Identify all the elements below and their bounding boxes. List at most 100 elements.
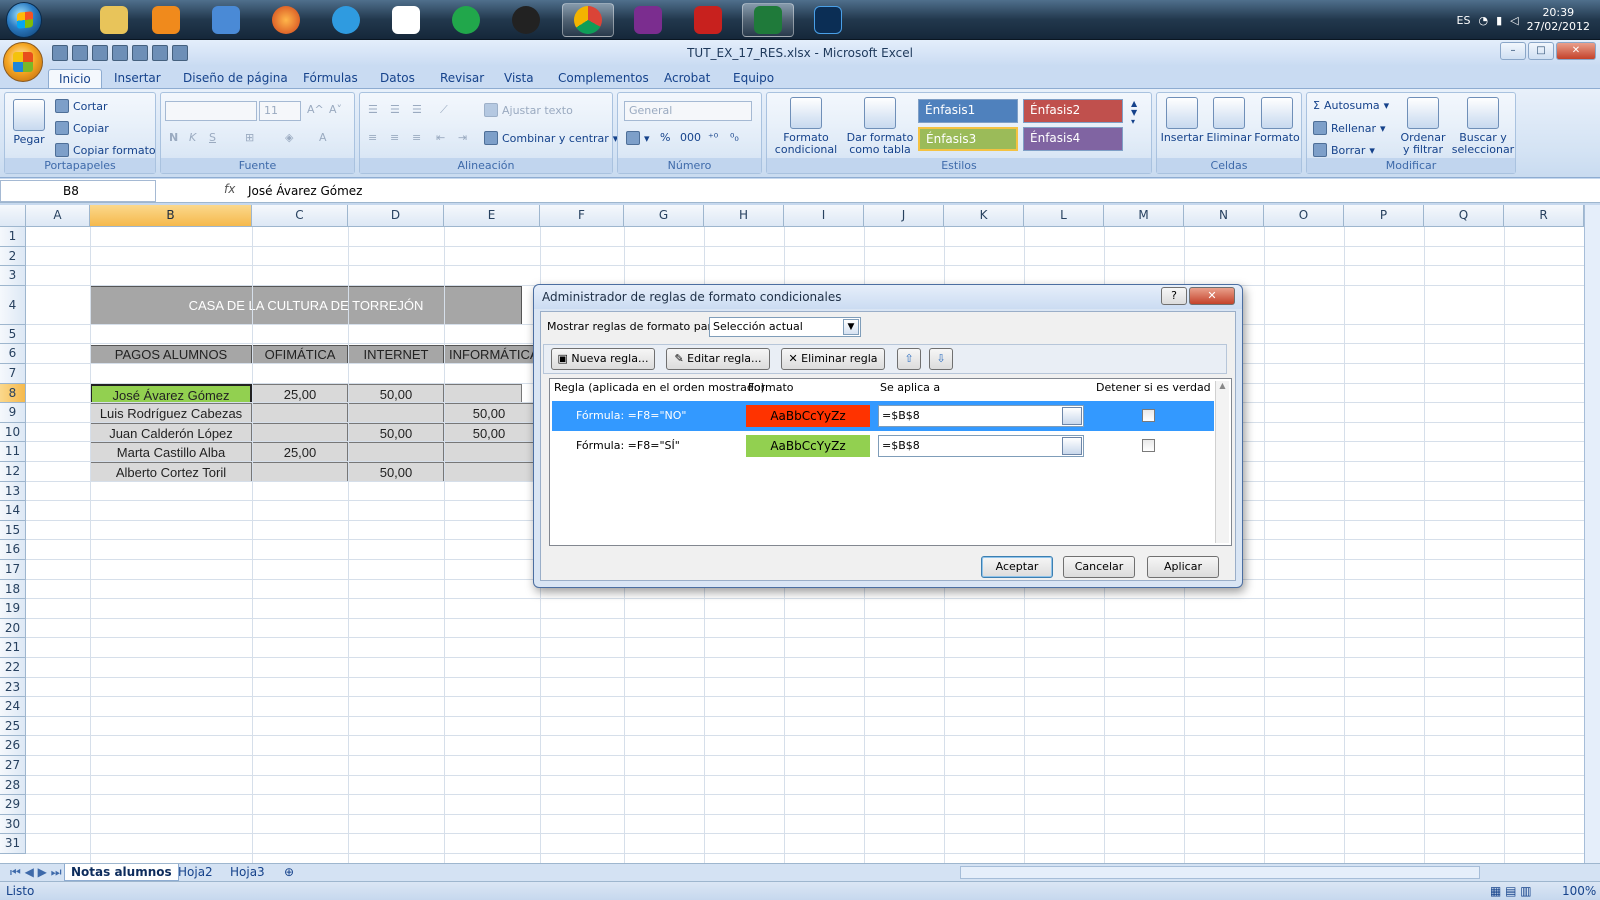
insert-sheet-icon[interactable]: ⊕ <box>278 864 300 881</box>
move-down-button[interactable]: ⇩ <box>929 348 953 370</box>
payment-cell[interactable] <box>252 403 348 424</box>
format-as-table-button[interactable]: Dar formato como tabla <box>845 97 915 156</box>
excel-icon[interactable] <box>742 3 794 37</box>
row-header-25[interactable]: 25 <box>0 716 26 737</box>
volume-icon[interactable]: ◁ <box>1510 14 1518 27</box>
column-header-B[interactable]: B <box>90 205 252 227</box>
align-left-button[interactable]: ≡ <box>368 131 377 144</box>
row-header-11[interactable]: 11 <box>0 442 26 462</box>
column-header-R[interactable]: R <box>1504 205 1584 227</box>
align-top-button[interactable]: ☰ <box>368 103 378 116</box>
column-header-H[interactable]: H <box>704 205 784 227</box>
decrease-indent-button[interactable]: ⇤ <box>436 131 445 144</box>
row-header-13[interactable]: 13 <box>0 481 26 502</box>
payment-cell[interactable]: 50,00 <box>444 403 534 424</box>
payment-cell[interactable]: 25,00 <box>252 442 348 463</box>
sheet-tab-hoja2[interactable]: Hoja2 <box>172 864 219 881</box>
percent-button[interactable]: % <box>660 131 670 144</box>
style-enfasis4[interactable]: Énfasis4 <box>1023 127 1123 151</box>
wrap-text-button[interactable]: Ajustar texto <box>484 103 573 117</box>
tab-vista[interactable]: Vista <box>504 69 534 88</box>
column-header-F[interactable]: F <box>540 205 624 227</box>
fx-icon[interactable]: fx <box>224 182 235 196</box>
payment-cell[interactable]: 50,00 <box>348 462 444 482</box>
new-rule-button[interactable]: ▣ Nueva regla... <box>551 348 655 370</box>
row-header-5[interactable]: 5 <box>0 324 26 345</box>
header-ofimatica[interactable]: OFIMÁTICA <box>252 345 348 364</box>
row-header-21[interactable]: 21 <box>0 638 26 658</box>
merge-center-button[interactable]: Combinar y centrar ▾ <box>484 131 618 145</box>
payment-cell[interactable] <box>252 462 348 482</box>
sheet-title-cell[interactable]: CASA DE LA CULTURA DE TORREJÓN <box>90 286 522 325</box>
select-all-corner[interactable] <box>0 205 26 227</box>
column-header-K[interactable]: K <box>944 205 1024 227</box>
row-header-24[interactable]: 24 <box>0 697 26 717</box>
header-pagos[interactable]: PAGOS ALUMNOS <box>90 345 252 364</box>
cut-button[interactable]: Cortar <box>55 99 108 113</box>
column-header-J[interactable]: J <box>864 205 944 227</box>
tab-complementos[interactable]: Complementos <box>558 69 649 88</box>
header-informatica[interactable]: INFORMÁTICA <box>444 345 534 364</box>
increase-indent-button[interactable]: ⇥ <box>458 131 467 144</box>
autosum-button[interactable]: Σ Autosuma ▾ <box>1313 99 1389 112</box>
delete-cells-button[interactable]: Eliminar <box>1205 97 1253 144</box>
payment-cell[interactable]: 50,00 <box>348 422 444 443</box>
language-indicator[interactable]: ES <box>1457 14 1471 27</box>
row-header-19[interactable]: 19 <box>0 599 26 619</box>
bold-button[interactable]: N <box>169 131 178 144</box>
sheet-nav-buttons[interactable]: ⏮ ◀ ▶ ⏭ <box>4 864 68 881</box>
row-header-28[interactable]: 28 <box>0 775 26 796</box>
photoshop-icon[interactable] <box>802 3 854 37</box>
row-header-12[interactable]: 12 <box>0 462 26 482</box>
payment-cell[interactable] <box>444 383 522 404</box>
font-name-combo[interactable] <box>165 101 257 121</box>
row-header-7[interactable]: 7 <box>0 364 26 384</box>
shrink-font-button[interactable]: A˅ <box>329 103 342 116</box>
help-button[interactable]: ? <box>1161 287 1187 305</box>
row-header-2[interactable]: 2 <box>0 246 26 267</box>
currency-button[interactable]: ▾ <box>626 131 650 145</box>
show-rules-select[interactable]: Selección actual ▼ <box>709 317 861 337</box>
fill-button[interactable]: Rellenar ▾ <box>1313 121 1386 135</box>
payment-cell[interactable]: 25,00 <box>252 383 348 404</box>
italic-button[interactable]: K <box>189 131 196 144</box>
paste-button[interactable]: Pegar <box>9 99 49 146</box>
row-header-27[interactable]: 27 <box>0 756 26 776</box>
align-bottom-button[interactable]: ☰ <box>412 103 422 116</box>
align-center-button[interactable]: ≡ <box>390 131 399 144</box>
copy-button[interactable]: Copiar <box>55 121 109 135</box>
close-button[interactable]: ✕ <box>1556 42 1596 60</box>
column-header-I[interactable]: I <box>784 205 864 227</box>
minimize-button[interactable]: – <box>1500 42 1526 60</box>
paint-icon[interactable] <box>200 3 252 37</box>
student-name-cell[interactable]: Juan Calderón López <box>90 422 252 443</box>
name-box[interactable]: B8 <box>0 180 156 202</box>
underline-button[interactable]: S <box>209 131 216 144</box>
row-header-15[interactable]: 15 <box>0 520 26 541</box>
tab-formulas[interactable]: Fórmulas <box>303 69 358 88</box>
number-format-combo[interactable]: General <box>624 101 752 121</box>
conditional-format-button[interactable]: Formato condicional <box>771 97 841 156</box>
media-player-icon[interactable] <box>140 3 192 37</box>
row-header-16[interactable]: 16 <box>0 540 26 560</box>
payment-cell[interactable]: 50,00 <box>348 383 444 404</box>
column-header-L[interactable]: L <box>1024 205 1104 227</box>
column-header-O[interactable]: O <box>1264 205 1344 227</box>
sheet-tab-notas[interactable]: Notas alumnos <box>64 864 179 881</box>
dialog-close-button[interactable]: ✕ <box>1189 287 1235 305</box>
row-header-8[interactable]: 8 <box>0 383 26 404</box>
green-app-icon[interactable] <box>440 3 492 37</box>
orientation-button[interactable]: ⟋ <box>440 103 448 117</box>
style-enfasis2[interactable]: Énfasis2 <box>1023 99 1123 123</box>
delete-rule-button[interactable]: ✕ Eliminar regla <box>781 348 885 370</box>
move-up-button[interactable]: ⇧ <box>897 348 921 370</box>
maximize-button[interactable]: □ <box>1528 42 1554 60</box>
firefox-icon[interactable] <box>260 3 312 37</box>
style-enfasis1[interactable]: Énfasis1 <box>918 99 1018 123</box>
styles-scroll[interactable]: ▲ ▼ ▾ <box>1131 99 1137 126</box>
tab-revisar[interactable]: Revisar <box>440 69 484 88</box>
sort-filter-button[interactable]: Ordenar y filtrar <box>1397 97 1449 156</box>
tab-acrobat[interactable]: Acrobat <box>664 69 710 88</box>
row-header-18[interactable]: 18 <box>0 579 26 600</box>
vertical-scrollbar[interactable] <box>1584 205 1600 863</box>
